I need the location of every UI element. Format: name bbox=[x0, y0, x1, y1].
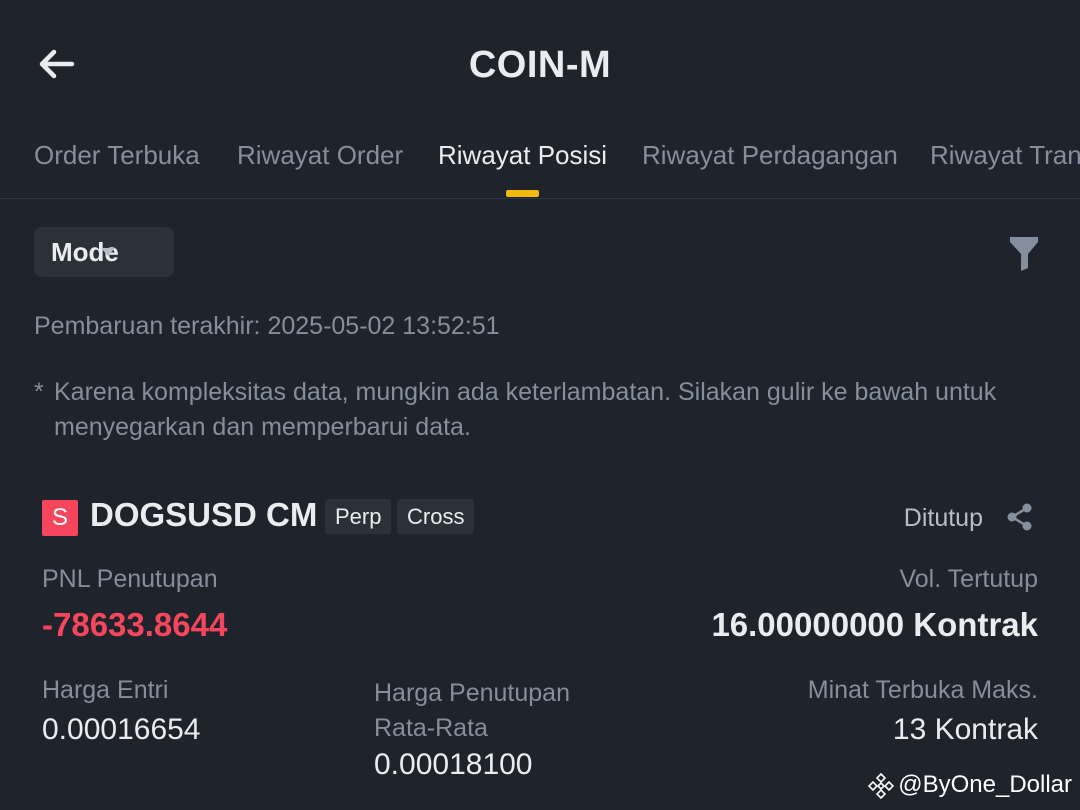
filter-button[interactable] bbox=[1006, 234, 1042, 272]
tag-cross: Cross bbox=[397, 499, 475, 534]
caret-down-icon bbox=[101, 248, 115, 256]
status-text: Ditutup bbox=[903, 504, 983, 532]
symbol-name: DOGSUSD CM bbox=[90, 496, 318, 533]
entry-price-label: Harga Entri bbox=[42, 676, 169, 704]
tab-order-history[interactable]: Riwayat Order bbox=[237, 140, 403, 171]
header: COIN-M bbox=[0, 0, 1080, 130]
tab-trade-history[interactable]: Riwayat Perdagangan bbox=[642, 140, 898, 171]
tab-bar: Order Terbuka Riwayat Order Riwayat Posi… bbox=[0, 130, 1080, 199]
tag-perp: Perp bbox=[325, 499, 392, 534]
avg-close-price-value: 0.00018100 bbox=[374, 748, 533, 781]
position-card[interactable]: S DOGSUSD CM Perp Cross Ditutup PNL Penu… bbox=[0, 490, 1080, 810]
entry-price-value: 0.00016654 bbox=[42, 713, 201, 746]
max-open-interest-value: 13 Kontrak bbox=[892, 713, 1038, 746]
share-icon bbox=[1007, 503, 1032, 531]
avg-close-price-label: Harga Penutupan Rata-Rata bbox=[374, 679, 570, 742]
side-badge: S bbox=[42, 500, 78, 536]
last-update-text: Pembaruan terakhir: 2025-05-02 13:52:51 bbox=[34, 312, 500, 340]
tab-position-history[interactable]: Riwayat Posisi bbox=[438, 140, 607, 171]
active-tab-indicator bbox=[506, 190, 539, 197]
tab-transaction-history[interactable]: Riwayat Tran bbox=[930, 140, 1080, 171]
watermark: @ByOne_Dollar bbox=[868, 771, 1072, 799]
note-text: Karena kompleksitas data, mungkin ada ke… bbox=[54, 378, 997, 441]
pnl-value: -78633.8644 bbox=[42, 606, 228, 643]
filter-icon bbox=[1010, 237, 1038, 271]
share-button[interactable] bbox=[1005, 502, 1035, 532]
note-asterisk: * bbox=[34, 378, 44, 406]
closed-vol-label: Vol. Tertutup bbox=[899, 565, 1038, 593]
tab-open-orders[interactable]: Order Terbuka bbox=[34, 140, 200, 171]
max-open-interest-label: Minat Terbuka Maks. bbox=[807, 676, 1038, 704]
pnl-label: PNL Penutupan bbox=[42, 565, 218, 593]
closed-vol-value: 16.00000000 Kontrak bbox=[711, 606, 1038, 643]
page-title: COIN-M bbox=[468, 44, 612, 86]
watermark-text: @ByOne_Dollar bbox=[898, 771, 1072, 798]
watermark-logo-icon bbox=[868, 772, 895, 799]
